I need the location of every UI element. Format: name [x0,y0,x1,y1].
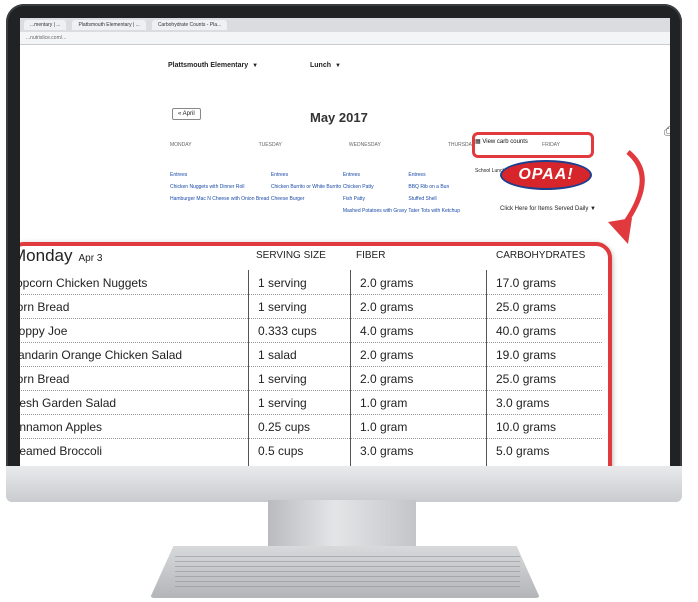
chevron-down-icon: ▼ [590,206,596,212]
table-row: Cinnamon Apples 0.25 cups 1.0 gram 10.0 … [20,416,602,439]
table-icon: ▦ [475,139,481,145]
fiber-value: 4.0 grams [360,324,414,338]
item-name: Corn Bread [20,372,70,386]
menu-entry[interactable]: Tater Tots with Ketchup [408,208,460,214]
menu-entry: Entrees [170,172,188,178]
carbs-value: 10.0 grams [496,420,557,434]
fiber-value: 1.0 gram [360,396,408,410]
fiber-value: 2.0 grams [360,276,414,290]
opaa-logo: OPAA! [500,160,592,190]
menu-entry[interactable]: Hamburger Mac N Cheese with Onion Bread [170,196,269,202]
view-carb-counts-highlight [472,132,594,158]
column-header: SERVING SIZE [256,250,326,261]
carbs-value: 5.0 grams [496,444,550,458]
table-row: Steamed Broccoli 0.5 cups 3.0 grams 5.0 … [20,440,602,462]
menu-entry[interactable]: Fish Patty [343,196,407,202]
menu-entry: Entrees [270,172,289,178]
item-name: Steamed Broccoli [20,444,103,458]
fiber-value: 2.0 grams [360,348,414,362]
menu-entry[interactable]: Cheese Burger [271,196,341,202]
browser-tab[interactable]: Plattsmouth Elementary | ... [72,20,146,30]
item-name: Cinnamon Apples [20,420,103,434]
table-row: Fresh Garden Salad 1 serving 1.0 gram 3.… [20,392,602,415]
toolbar-icons: ⎙ ⇪ [664,124,670,153]
view-carb-counts-link[interactable]: ▦ View carb counts [475,138,528,145]
carb-count-table: Monday Apr 3 SERVING SIZE FIBER CARBOHYDR… [20,242,612,466]
items-served-daily-label: Click Here for Items Served Daily [500,206,589,212]
carbs-value: 25.0 grams [496,300,557,314]
menu-entry[interactable]: Mashed Potatoes with Gravy [343,208,407,214]
chevron-down-icon: ▼ [252,63,259,69]
serving-size: 0.25 cups [258,420,311,434]
table-row: Corn Bread 1 serving 2.0 grams 25.0 gram… [20,296,602,319]
address-bar[interactable]: ...nutrislice.com/... [20,32,670,45]
calendar-columns: Entrees Chicken Nuggets with Dinner Roll… [170,172,460,220]
fiber-value: 3.0 grams [360,444,414,458]
print-icon[interactable]: ⎙ [664,124,670,138]
weekday-label: WEDNESDAY [348,142,381,148]
calendar-day[interactable]: Entrees BBQ Rib on a Bun Stuffed Shell T… [408,172,460,220]
table-row: Popcorn Chicken Nuggets 1 serving 2.0 gr… [20,272,602,295]
stand-base-texture [175,556,520,590]
menu-entry: Entrees [408,172,426,178]
browser-tab[interactable]: Carbohydrate Counts - Pla... [151,20,228,30]
serving-size: 1 serving [258,300,307,314]
item-name: Corn Bread [20,300,70,314]
weekday-label: THURSDAY [447,142,475,148]
meal-select-value: Lunch [310,62,331,69]
carbs-value: 17.0 grams [496,276,557,290]
chevron-down-icon: ▼ [335,63,341,69]
school-select[interactable]: Plattsmouth Elementary ▼ [168,62,258,69]
item-name: Sloppy Joe [20,324,68,338]
column-header: FIBER [356,250,386,261]
calendar-day[interactable]: Entrees Chicken Patty Fish Patty Mashed … [343,172,407,220]
callout-arrow-icon [608,150,645,244]
menu-entry[interactable]: BBQ Rib on a Bun [408,184,460,190]
menu-entry[interactable]: Chicken Burrito or White Burrito [271,184,341,190]
monitor-screen: ...mentary | ... Plattsmouth Elementary … [20,18,670,466]
meal-select[interactable]: Lunch ▼ [310,62,341,69]
month-title: May 2017 [310,110,368,125]
weekday-label: MONDAY [170,142,192,148]
fiber-value: 2.0 grams [360,372,414,386]
table-row: Corn Bread 1 serving 2.0 grams 25.0 gram… [20,368,602,391]
fiber-value: 1.0 gram [360,420,408,434]
table-row: Mandarin Orange Chicken Salad 1 salad 2.… [20,344,602,367]
day-date: Apr 3 [78,253,103,264]
menu-entry[interactable]: Stuffed Shell [408,196,460,202]
fiber-value: 2.0 grams [360,300,414,314]
serving-size: 0.5 cups [258,444,304,458]
menu-entry[interactable]: Chicken Patty [343,184,407,190]
serving-size: 1 serving [258,372,307,386]
serving-size: 1 serving [258,396,307,410]
monitor-stand-neck [268,500,416,552]
table-row: Sloppy Joe 0.333 cups 4.0 grams 40.0 gra… [20,320,602,343]
items-served-daily-link[interactable]: Click Here for Items Served Daily ▼ [500,206,596,212]
day-heading: Monday Apr 3 [20,246,102,266]
item-name: Mandarin Orange Chicken Salad [20,348,183,362]
item-name: Fresh Garden Salad [20,396,117,410]
school-select-value: Plattsmouth Elementary [168,62,249,69]
serving-size: 1 serving [258,276,307,290]
prev-month-button[interactable]: « April [172,108,201,120]
serving-size: 0.333 cups [258,324,317,338]
menu-entry: Entrees [342,172,361,178]
carbs-value: 3.0 grams [496,396,550,410]
column-header: CARBOHYDRATES [496,250,586,261]
carbs-value: 40.0 grams [496,324,557,338]
day-name: Monday [20,246,73,265]
weekday-label: TUESDAY [258,142,282,148]
calendar-day[interactable]: Entrees Chicken Nuggets with Dinner Roll… [170,172,269,220]
calendar-day[interactable]: Entrees Chicken Burrito or White Burrito… [271,172,341,220]
carbs-value: 25.0 grams [496,372,557,386]
menu-entry[interactable]: Chicken Nuggets with Dinner Roll [170,184,269,190]
carbs-value: 19.0 grams [496,348,557,362]
view-carb-counts-label: View carb counts [482,139,528,145]
monitor-chin [6,466,682,502]
browser-tab-bar: ...mentary | ... Plattsmouth Elementary … [20,18,670,32]
item-name: Popcorn Chicken Nuggets [20,276,148,290]
serving-size: 1 salad [258,348,297,362]
browser-tab[interactable]: ...mentary | ... [24,20,67,30]
